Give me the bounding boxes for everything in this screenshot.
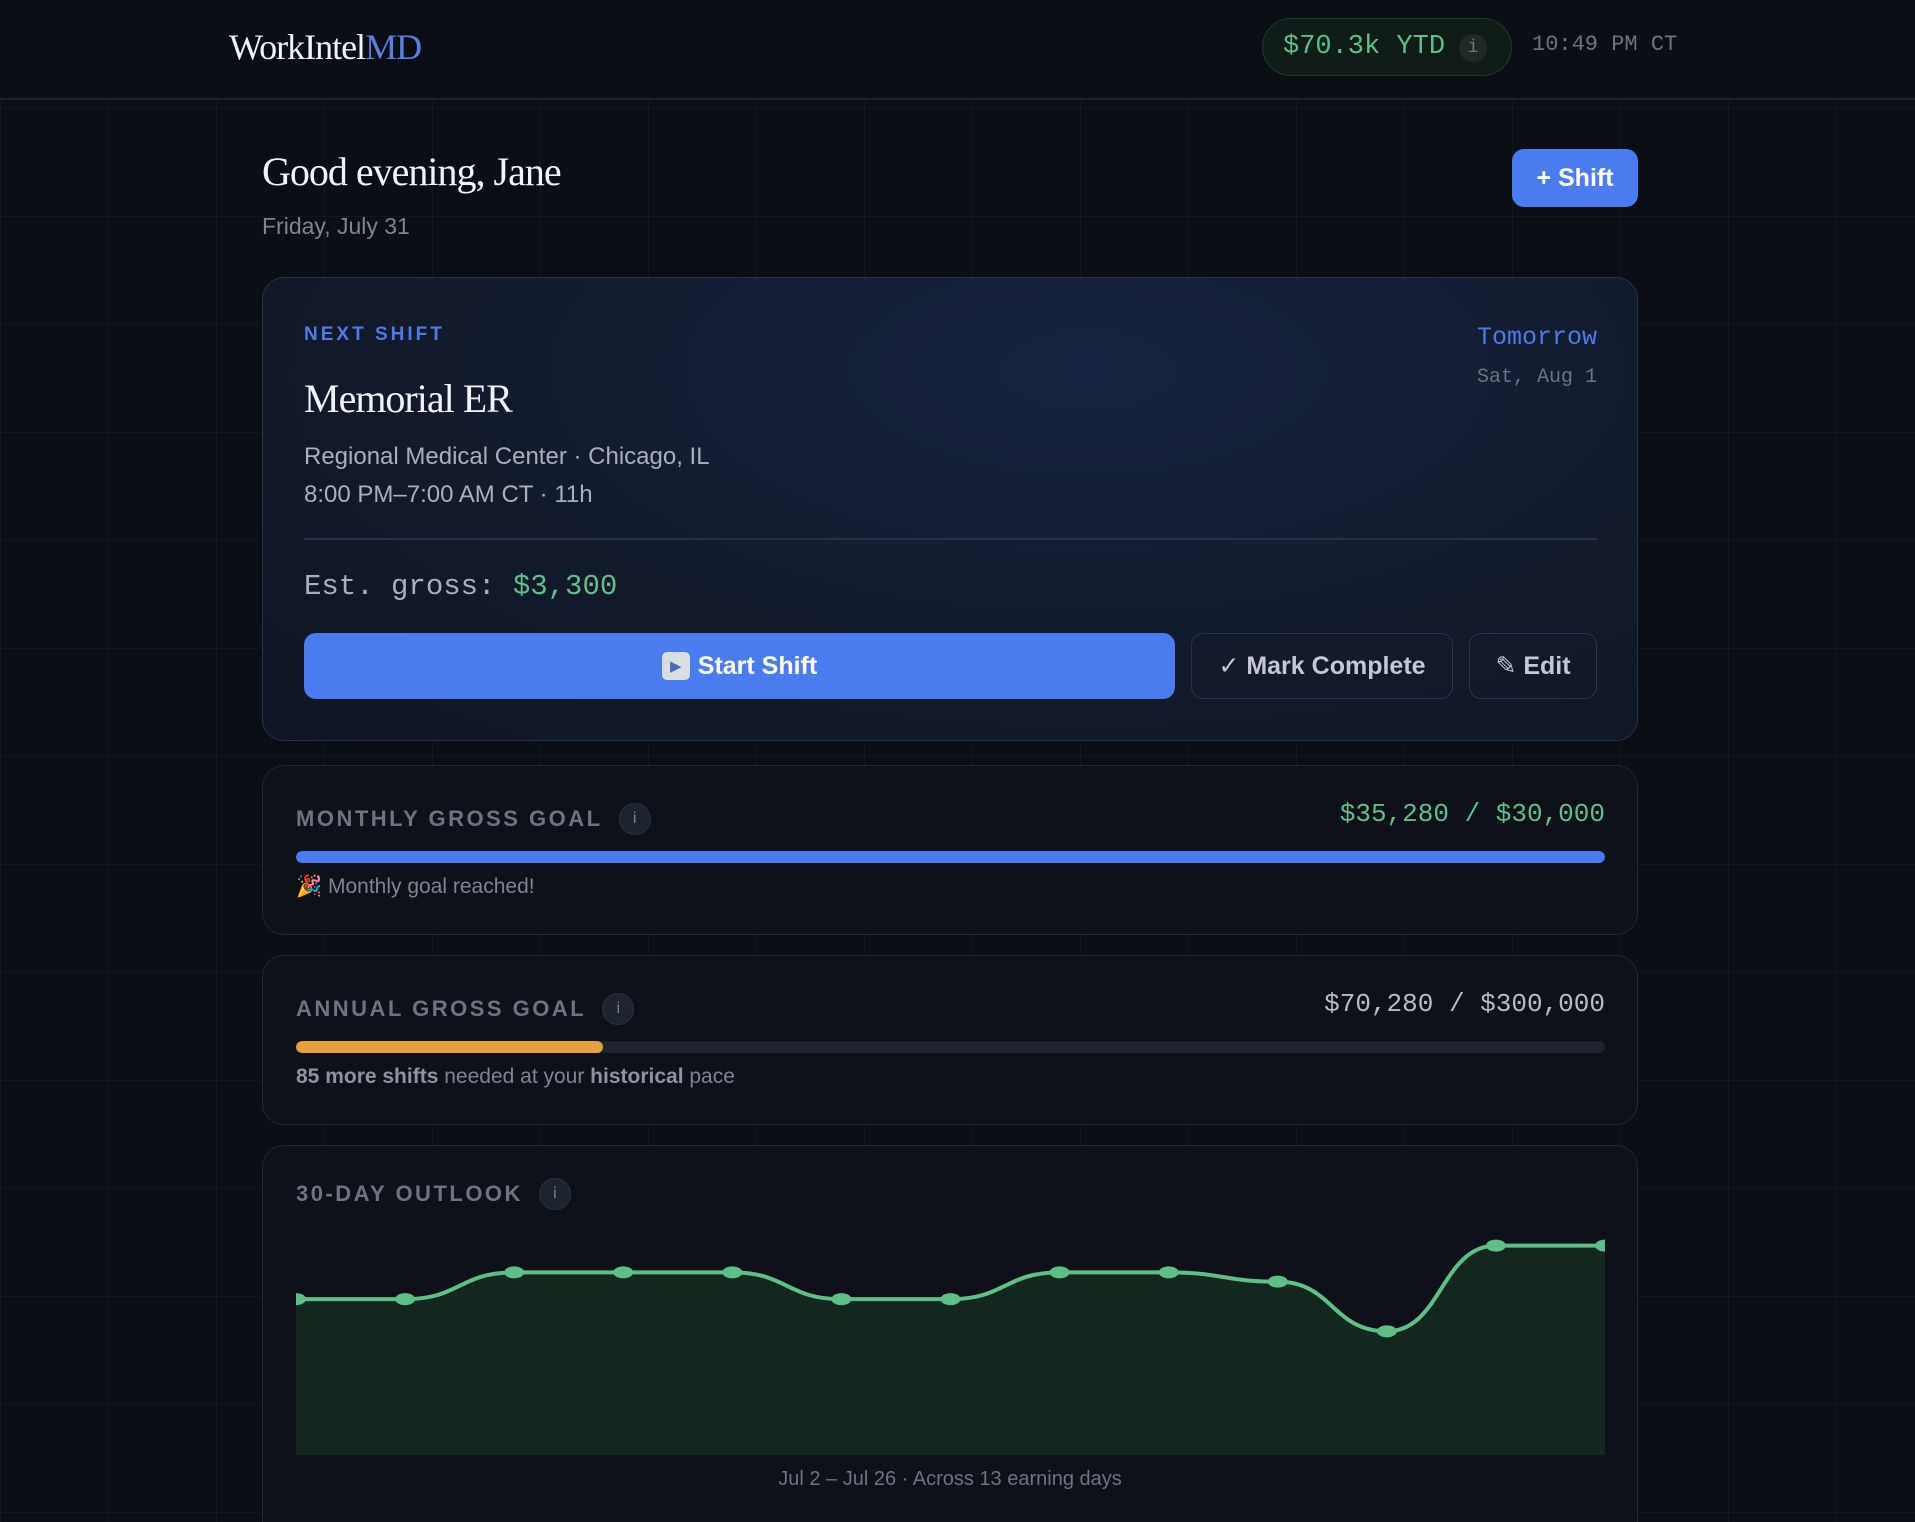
start-shift-label: Start Shift — [697, 651, 818, 680]
estimated-gross-label: Est. gross: — [304, 570, 496, 603]
current-date: Friday, July 31 — [262, 213, 410, 239]
next-shift-label: NEXT SHIFT — [304, 324, 445, 345]
note-end: pace — [683, 1065, 735, 1088]
outlook-area-fill — [296, 1245, 1605, 1455]
outlook-title-text: 30-DAY OUTLOOK — [296, 1181, 523, 1206]
ytd-earnings-pill[interactable]: $70.3k YTD i — [1262, 18, 1512, 76]
annual-goal-progress-track — [296, 1041, 1605, 1053]
monthly-goal-amount: $35,280 / $30,000 — [1339, 799, 1605, 829]
ytd-earnings-label: $70.3k YTD — [1283, 32, 1446, 62]
annual-goal-card: ANNUAL GROSS GOAL i $70,280 / $300,000 8… — [262, 955, 1638, 1125]
current-time: 10:49 PM CT — [1532, 32, 1678, 57]
outlook-data-point[interactable] — [504, 1266, 525, 1279]
outlook-caption: Jul 2 – Jul 26 · Across 13 earning days — [778, 1468, 1122, 1490]
next-shift-card: NEXT SHIFT Tomorrow Sat, Aug 1 Memorial … — [262, 277, 1638, 741]
mark-complete-button[interactable]: ✓ Mark Complete — [1191, 633, 1453, 699]
monthly-goal-title: MONTHLY GROSS GOAL i — [296, 803, 651, 835]
outlook-data-point[interactable] — [722, 1266, 743, 1279]
outlook-data-point[interactable] — [613, 1266, 634, 1279]
info-icon[interactable]: i — [538, 1178, 571, 1210]
logo-accent: MD — [365, 27, 422, 67]
add-shift-button[interactable]: + Shift — [1512, 149, 1638, 207]
outlook-data-point[interactable] — [940, 1293, 961, 1306]
info-icon[interactable]: i — [602, 993, 635, 1025]
outlook-title: 30-DAY OUTLOOK i — [296, 1178, 571, 1210]
estimated-gross: Est. gross: $3,300 — [304, 570, 617, 603]
annual-goal-title-text: ANNUAL GROSS GOAL — [296, 996, 587, 1021]
app-logo[interactable]: WorkIntelMD — [229, 26, 422, 68]
monthly-goal-card: MONTHLY GROSS GOAL i $35,280 / $30,000 🎉… — [262, 765, 1638, 935]
monthly-goal-progress-fill — [296, 851, 1605, 863]
annual-goal-amount: $70,280 / $300,000 — [1324, 989, 1605, 1019]
edit-shift-button[interactable]: ✎ Edit — [1469, 633, 1597, 699]
info-icon[interactable]: i — [618, 803, 651, 835]
top-bar: WorkIntelMD $70.3k YTD i 10:49 PM CT — [0, 0, 1915, 100]
outlook-area-chart — [296, 1239, 1605, 1455]
next-shift-date: Sat, Aug 1 — [1476, 366, 1597, 389]
annual-goal-progress-fill — [296, 1041, 603, 1053]
info-icon[interactable]: i — [1459, 34, 1487, 62]
annual-goal-title: ANNUAL GROSS GOAL i — [296, 993, 635, 1025]
shift-facility-name: Memorial ER — [304, 376, 513, 421]
play-icon: ▶ — [661, 652, 690, 680]
next-shift-when: Tomorrow — [1476, 323, 1597, 352]
note-mid: needed at your — [438, 1065, 591, 1088]
shifts-needed: 85 more shifts — [296, 1065, 439, 1088]
divider — [304, 538, 1597, 540]
greeting-title: Good evening, Jane — [262, 149, 562, 194]
estimated-gross-value: $3,300 — [512, 570, 618, 603]
outlook-data-point[interactable] — [1376, 1325, 1397, 1338]
outlook-card: 30-DAY OUTLOOK i Jul 2 – Jul 26 · Across… — [262, 1145, 1638, 1522]
outlook-data-point[interactable] — [1049, 1266, 1070, 1279]
outlook-data-point[interactable] — [831, 1293, 852, 1306]
outlook-data-point[interactable] — [395, 1293, 416, 1306]
pace-type: historical — [590, 1065, 684, 1088]
monthly-goal-title-text: MONTHLY GROSS GOAL — [296, 806, 603, 831]
start-shift-button[interactable]: ▶ Start Shift — [304, 633, 1175, 699]
monthly-goal-note: 🎉 Monthly goal reached! — [296, 875, 535, 898]
logo-main: WorkIntel — [229, 27, 366, 67]
shift-time: 8:00 PM–7:00 AM CT · 11h — [304, 481, 593, 508]
outlook-data-point[interactable] — [1267, 1275, 1288, 1288]
outlook-data-point[interactable] — [1158, 1266, 1179, 1279]
shift-location: Regional Medical Center · Chicago, IL — [304, 443, 710, 470]
monthly-goal-progress-track — [296, 851, 1605, 863]
outlook-data-point[interactable] — [1485, 1239, 1506, 1252]
annual-goal-note: 85 more shifts needed at your historical… — [296, 1065, 735, 1089]
